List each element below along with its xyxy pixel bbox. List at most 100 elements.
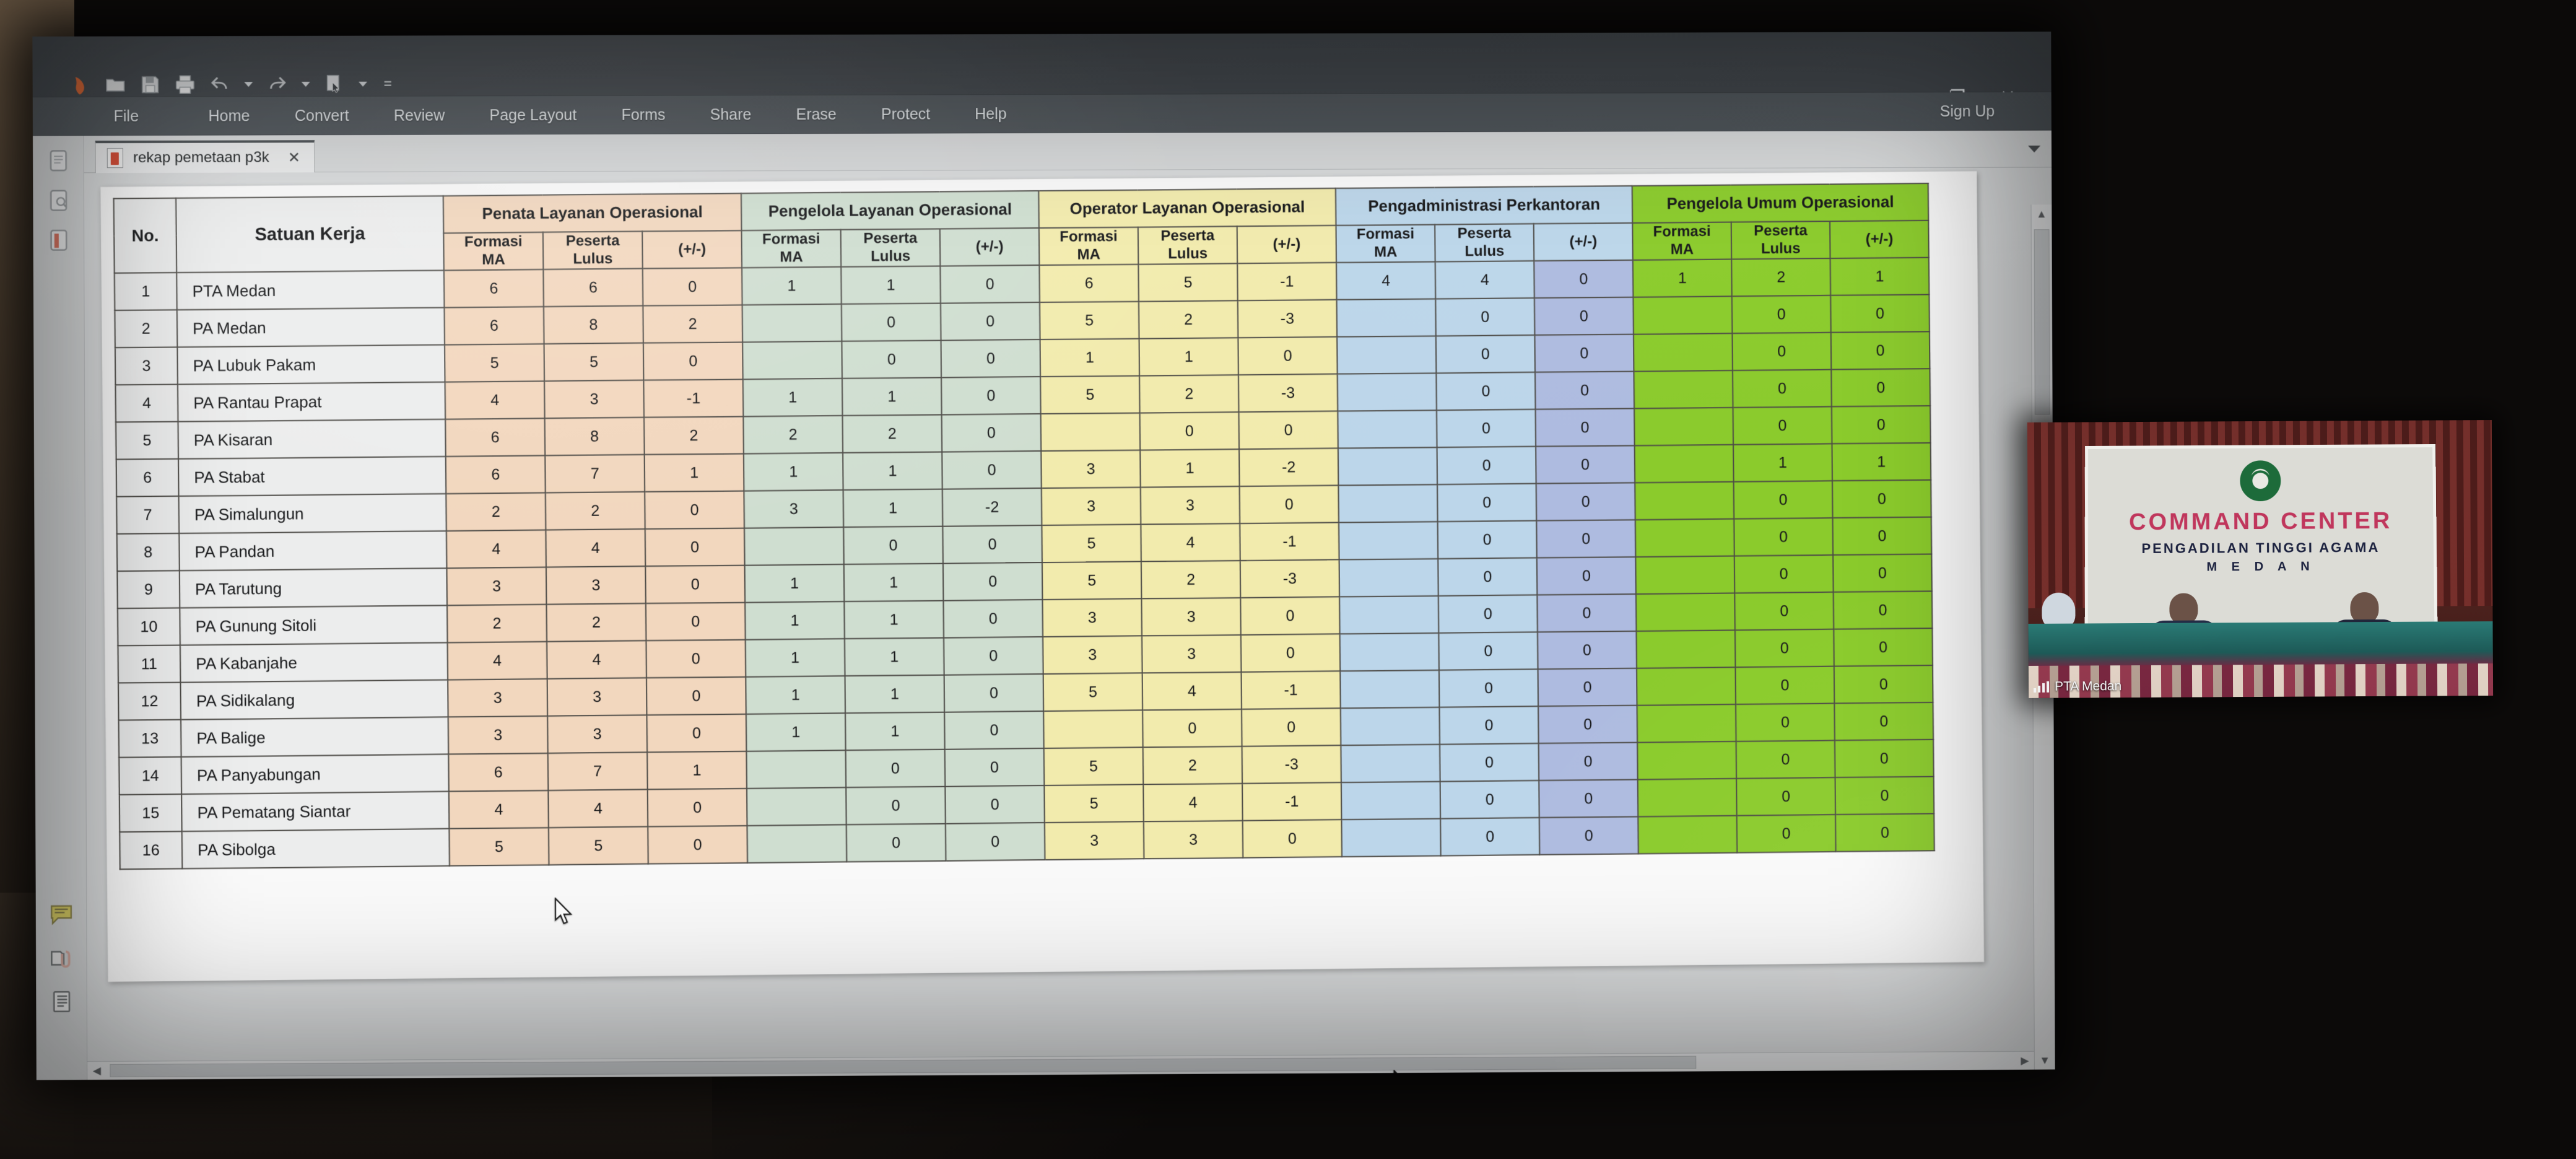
menu-item-review[interactable]: Review <box>394 103 445 128</box>
cell-pengelola-formasi <box>747 824 847 863</box>
cell-admin-peserta: 0 <box>1437 446 1536 485</box>
cell-pengelola-delta: 0 <box>941 377 1041 415</box>
cell-satuan-kerja: PA Kabanjahe <box>180 642 448 683</box>
cell-admin-peserta: 0 <box>1440 817 1540 856</box>
cell-admin-peserta: 0 <box>1438 632 1538 670</box>
menu-item-page-layout[interactable]: Page Layout <box>489 102 577 128</box>
cell-satuan-kerja: PA Simalungun <box>178 493 446 534</box>
document-tab-close-icon[interactable]: ✕ <box>288 149 300 167</box>
cell-penata-delta: 0 <box>645 491 745 530</box>
undo-icon[interactable] <box>209 74 230 95</box>
menu-item-list: File Home Convert Review Page Layout Forms Sha… <box>113 101 1051 129</box>
customize-qat-icon[interactable] <box>381 77 394 91</box>
menu-item-erase[interactable]: Erase <box>796 102 837 127</box>
sign-up-link[interactable]: Sign Up <box>1940 102 1995 120</box>
cell-pengelola-delta: 0 <box>942 562 1043 601</box>
subheader-delta-admin: (+/-) <box>1533 222 1633 261</box>
select-tool-icon[interactable] <box>324 74 345 95</box>
cell-admin-delta: 0 <box>1534 371 1635 409</box>
subheader-peserta-line1: Peserta <box>565 232 620 250</box>
layers-panel-icon[interactable] <box>48 988 74 1015</box>
cell-umum-peserta: 0 <box>1736 703 1835 741</box>
menu-item-file[interactable]: File <box>113 103 139 129</box>
chevron-down-icon[interactable] <box>2028 145 2041 152</box>
cell-penata-formasi: 4 <box>445 381 545 419</box>
cell-umum-formasi <box>1633 296 1733 335</box>
bookmarks-panel-icon[interactable] <box>45 186 71 214</box>
video-conference-panel[interactable]: COMMAND CENTER PENGADILAN TINGGI AGAMA M… <box>2027 420 2494 698</box>
undo-dropdown-caret[interactable] <box>244 82 253 87</box>
subheader-formasi-line1: Formasi <box>464 233 523 251</box>
cell-penata-peserta: 6 <box>543 268 643 307</box>
nitro-logo-icon[interactable] <box>70 74 91 95</box>
cell-no: 15 <box>119 794 182 833</box>
cell-admin-delta: 0 <box>1536 445 1635 484</box>
menu-item-home[interactable]: Home <box>208 103 250 128</box>
pages-panel-icon[interactable] <box>45 147 71 174</box>
scroll-right-icon[interactable]: ▶ <box>2016 1052 2034 1070</box>
cell-umum-delta: 1 <box>1832 442 1931 481</box>
cell-admin-peserta: 0 <box>1437 520 1537 559</box>
cell-operator-delta: -1 <box>1240 522 1339 561</box>
page-canvas[interactable]: No. Satuan Kerja Penata Layanan Operasio… <box>84 167 2055 1080</box>
cell-umum-formasi <box>1637 667 1736 706</box>
cell-penata-formasi: 6 <box>444 307 544 345</box>
header-group-pengelola: Pengelola Layanan Operasional <box>741 191 1039 231</box>
cell-umum-peserta: 0 <box>1734 629 1834 668</box>
signatures-panel-icon[interactable] <box>45 227 71 254</box>
cell-penata-delta: 0 <box>645 528 745 567</box>
scroll-left-icon[interactable]: ◀ <box>87 1062 106 1080</box>
cell-pengelola-delta: 0 <box>942 525 1042 564</box>
cell-operator-formasi: 5 <box>1040 375 1140 414</box>
scroll-down-icon[interactable]: ▼ <box>2035 1051 2055 1070</box>
subheader-peserta-line1: Peserta <box>1160 227 1215 245</box>
scroll-up-icon[interactable]: ▲ <box>2032 204 2052 223</box>
menu-item-protect[interactable]: Protect <box>881 101 930 126</box>
menu-item-help[interactable]: Help <box>975 101 1007 126</box>
rekap-table: No. Satuan Kerja Penata Layanan Operasio… <box>113 183 1935 870</box>
cell-pengelola-delta: -2 <box>942 488 1042 527</box>
redo-dropdown-caret[interactable] <box>301 82 310 87</box>
redo-icon[interactable] <box>266 74 287 95</box>
document-tab[interactable]: rekap pemetaan p3k ✕ <box>95 140 315 173</box>
cell-pengelola-formasi: 1 <box>746 713 846 751</box>
attachments-panel-icon[interactable] <box>48 945 74 972</box>
cell-operator-delta: 0 <box>1238 336 1338 375</box>
cell-no: 11 <box>118 645 181 683</box>
vertical-scroll-thumb[interactable] <box>2034 229 2050 415</box>
cell-admin-peserta: 0 <box>1438 595 1538 633</box>
court-emblem-icon <box>2240 460 2281 502</box>
select-dropdown-caret[interactable] <box>359 81 368 87</box>
cell-pengelola-formasi: 3 <box>744 490 844 528</box>
navigation-pane-rail <box>32 136 88 1080</box>
menu-item-share[interactable]: Share <box>710 102 751 127</box>
comments-panel-icon[interactable] <box>48 901 74 928</box>
cell-pengelola-delta: 0 <box>941 414 1042 452</box>
cell-umum-delta: 0 <box>1833 554 1932 592</box>
cell-penata-formasi: 4 <box>447 641 547 680</box>
menu-item-forms[interactable]: Forms <box>621 102 665 128</box>
cell-pengelola-peserta: 1 <box>845 712 945 751</box>
cell-umum-formasi <box>1633 333 1733 372</box>
cell-operator-delta: 0 <box>1240 634 1341 672</box>
cell-no: 5 <box>116 421 179 460</box>
cell-admin-delta: 0 <box>1538 705 1638 744</box>
screen: rekap pemetaan p3k.pdf - Nitro Pro – ❐ ✕… <box>32 32 2055 1080</box>
open-icon[interactable] <box>105 74 126 95</box>
cell-no: 6 <box>116 458 179 497</box>
cell-operator-peserta: 1 <box>1140 449 1240 488</box>
cell-penata-formasi: 6 <box>448 753 549 792</box>
cell-penata-peserta: 8 <box>544 417 645 456</box>
print-icon[interactable] <box>175 74 196 95</box>
cell-admin-peserta: 0 <box>1438 669 1539 707</box>
cell-operator-delta: 0 <box>1242 708 1341 746</box>
cell-umum-formasi <box>1637 704 1736 743</box>
subheader-peserta-line1: Peserta <box>863 229 918 247</box>
cell-operator-formasi: 3 <box>1041 487 1141 526</box>
cell-operator-delta: -3 <box>1242 745 1341 784</box>
cell-admin-formasi <box>1336 299 1436 337</box>
cell-umum-formasi <box>1635 556 1735 594</box>
save-icon[interactable] <box>139 74 160 95</box>
cell-umum-peserta: 0 <box>1736 815 1836 853</box>
menu-item-convert[interactable]: Convert <box>295 103 349 128</box>
